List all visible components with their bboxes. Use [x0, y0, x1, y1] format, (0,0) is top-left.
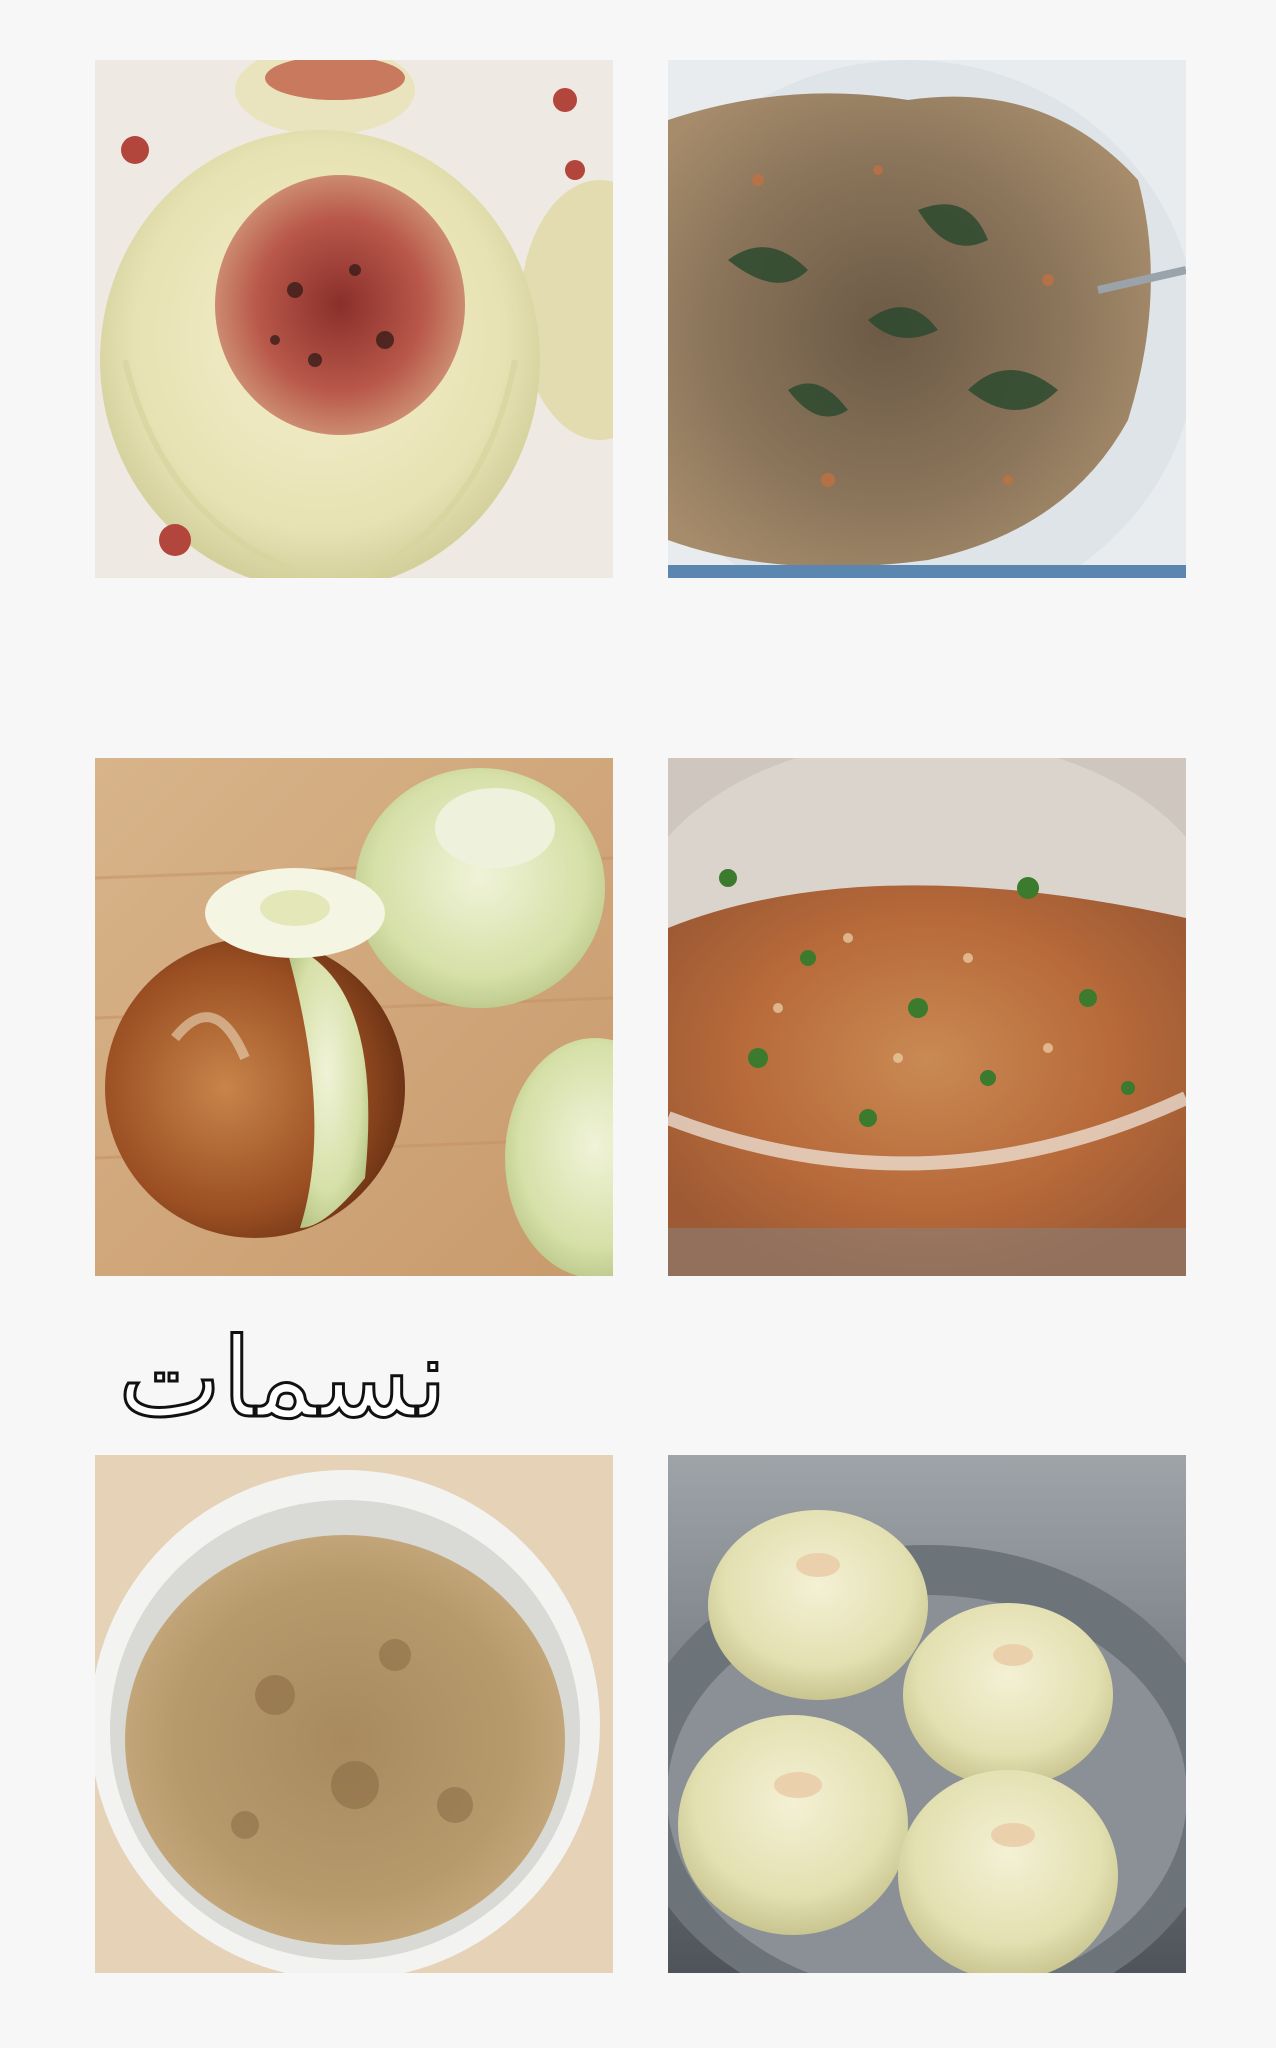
peeled-onions-photo — [95, 758, 613, 1276]
bulgur-bowl-image — [95, 1455, 613, 1973]
bulgur-salad-bowl-photo — [668, 758, 1186, 1276]
peeled-onions-image — [95, 758, 613, 1276]
bulgur-bowl-photo — [95, 1455, 613, 1973]
boiled-onions-pot-image — [668, 1455, 1186, 1973]
stuffed-onion-image — [95, 60, 613, 578]
filling-mixture-photo — [668, 60, 1186, 578]
bulgur-salad-bowl-image — [668, 758, 1186, 1276]
boiled-onions-pot-photo — [668, 1455, 1186, 1973]
stuffed-onion-photo — [95, 60, 613, 578]
filling-mixture-image — [668, 60, 1186, 578]
watermark-text: نسمات — [117, 1314, 449, 1442]
